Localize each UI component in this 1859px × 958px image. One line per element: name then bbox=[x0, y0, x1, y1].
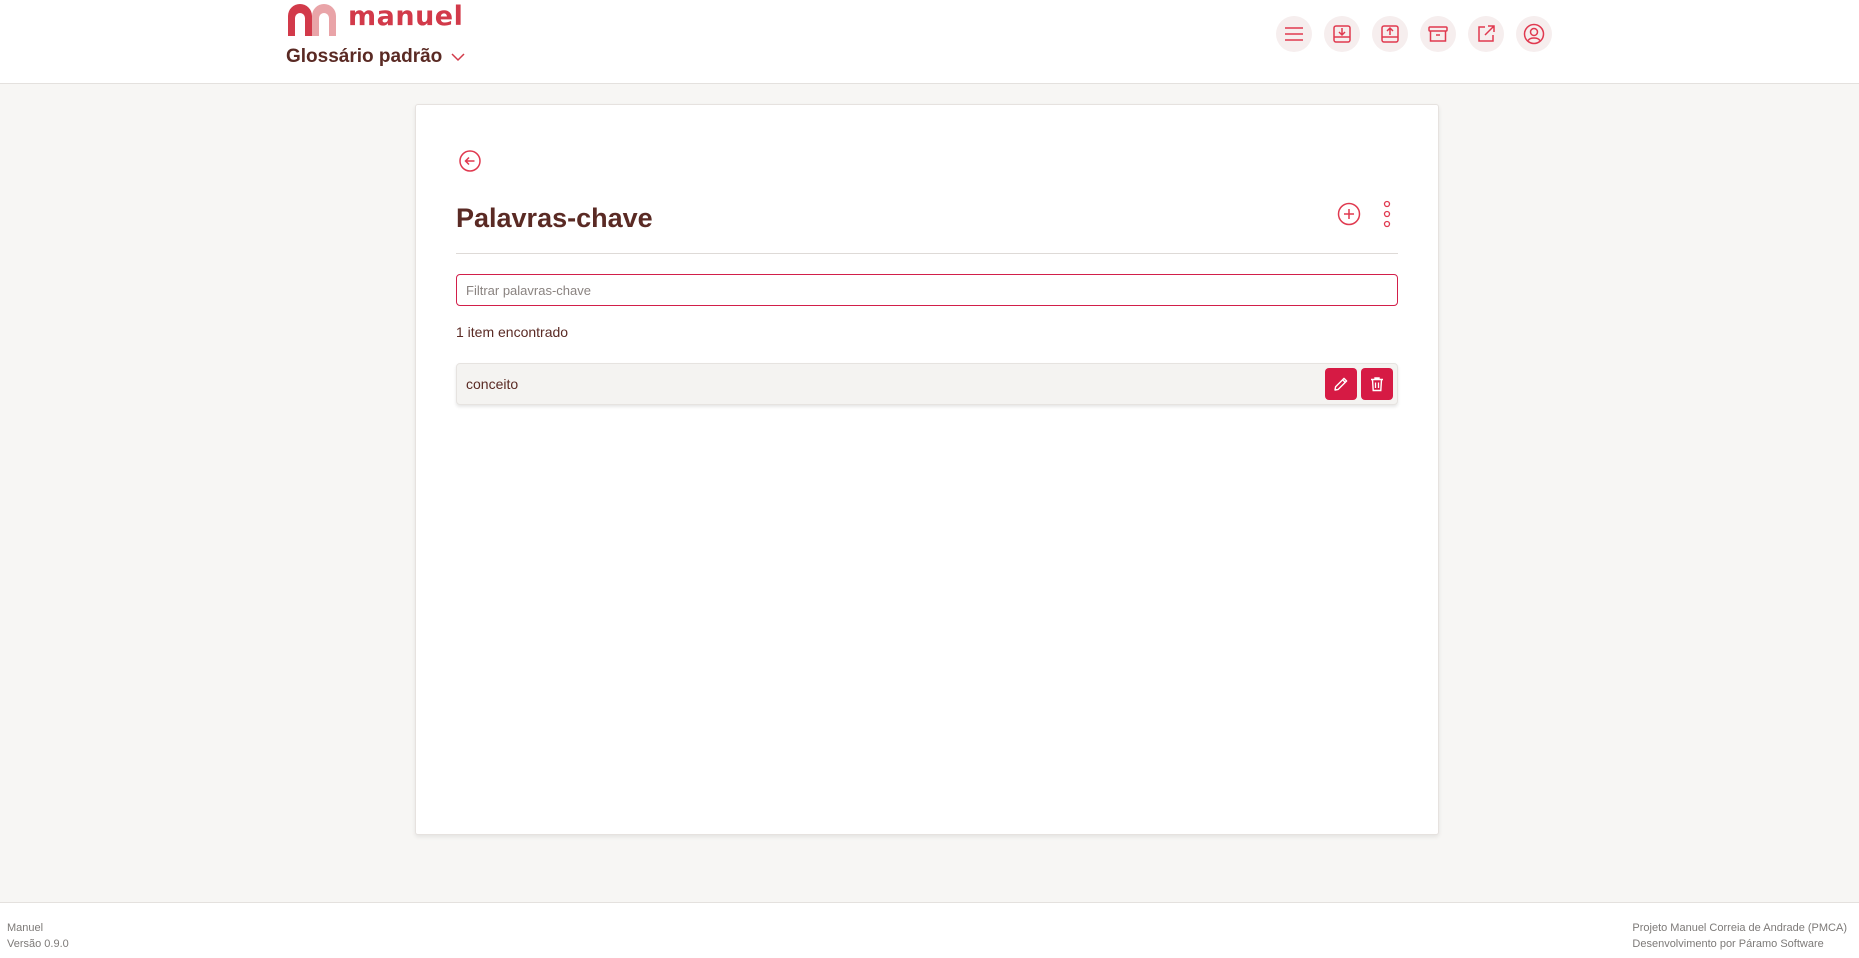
main-card: Palavras-chave 1 item encontrado conceit… bbox=[415, 104, 1439, 835]
user-button[interactable] bbox=[1516, 16, 1552, 52]
import-icon bbox=[1333, 25, 1351, 43]
logo-mark-icon bbox=[288, 4, 336, 36]
filter-input[interactable] bbox=[456, 274, 1398, 306]
add-keyword-button[interactable] bbox=[1336, 199, 1362, 229]
menu-button[interactable] bbox=[1276, 16, 1312, 52]
page-title: Palavras-chave bbox=[456, 203, 653, 233]
logo-text: manuel bbox=[348, 0, 464, 32]
footer-app-name: Manuel bbox=[7, 922, 44, 934]
footer-developer: Desenvolvimento por Páramo Software bbox=[1632, 938, 1824, 950]
back-button[interactable] bbox=[457, 148, 483, 174]
pencil-icon bbox=[1334, 377, 1348, 391]
chevron-down-icon bbox=[451, 53, 465, 62]
list-item[interactable]: conceito bbox=[456, 363, 1398, 405]
archive-button[interactable] bbox=[1420, 16, 1456, 52]
app-footer: Manuel Versão 0.9.0 Projeto Manuel Corre… bbox=[0, 902, 1859, 958]
header-toolbar bbox=[1276, 16, 1552, 52]
glossary-label: Glossário padrão bbox=[286, 46, 443, 67]
arrow-left-circle-icon bbox=[459, 150, 481, 172]
more-vertical-icon bbox=[1383, 200, 1391, 228]
title-actions bbox=[1336, 199, 1400, 229]
trash-icon bbox=[1371, 377, 1383, 392]
footer-credits: Projeto Manuel Correia de Andrade (PMCA)… bbox=[1632, 920, 1847, 952]
plus-circle-icon bbox=[1337, 202, 1361, 226]
menu-icon bbox=[1285, 27, 1303, 41]
glossary-selector[interactable]: Glossário padrão bbox=[286, 46, 466, 68]
list-item-actions bbox=[1325, 368, 1393, 400]
archive-icon bbox=[1428, 26, 1448, 42]
list-item-label: conceito bbox=[466, 376, 519, 392]
edit-button[interactable] bbox=[1325, 368, 1357, 400]
more-options-button[interactable] bbox=[1374, 199, 1400, 229]
import-button[interactable] bbox=[1324, 16, 1360, 52]
external-link-icon bbox=[1478, 25, 1495, 42]
results-count: 1 item encontrado bbox=[456, 324, 569, 340]
export-button[interactable] bbox=[1372, 16, 1408, 52]
title-divider bbox=[456, 253, 1398, 254]
footer-app-info: Manuel Versão 0.9.0 bbox=[7, 920, 69, 952]
delete-button[interactable] bbox=[1361, 368, 1393, 400]
footer-project: Projeto Manuel Correia de Andrade (PMCA) bbox=[1632, 922, 1847, 934]
export-icon bbox=[1381, 25, 1399, 43]
keyword-list: conceito bbox=[456, 363, 1398, 405]
external-link-button[interactable] bbox=[1468, 16, 1504, 52]
app-header: manuel Glossário padrão bbox=[0, 0, 1859, 84]
user-icon bbox=[1523, 23, 1545, 45]
footer-version: Versão 0.9.0 bbox=[7, 938, 69, 950]
app-logo[interactable]: manuel bbox=[286, 0, 464, 36]
